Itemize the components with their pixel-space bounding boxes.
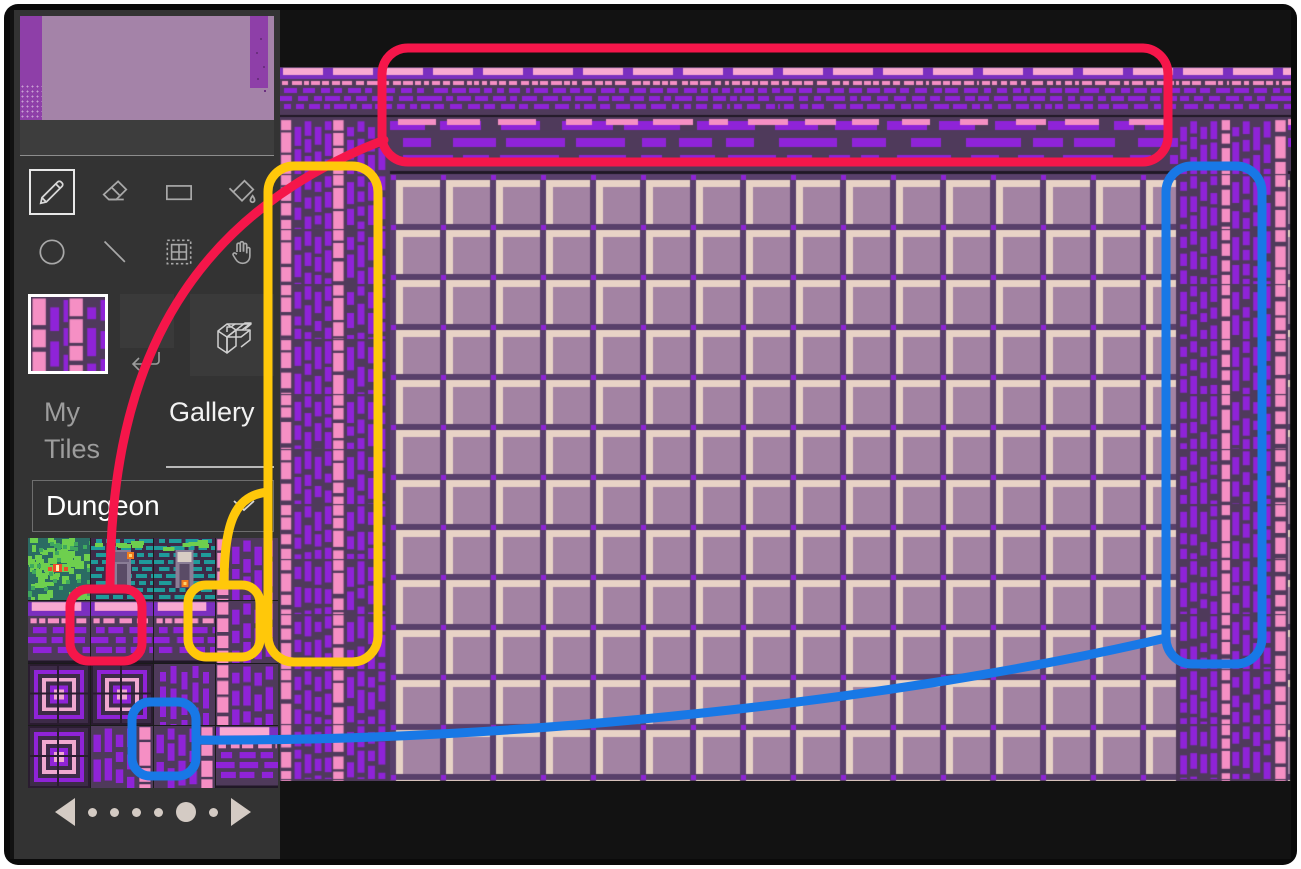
page-dot-5-active[interactable] (176, 802, 196, 822)
tab-gallery-label: Gallery (169, 397, 255, 427)
rectangle-icon (156, 169, 202, 215)
palette-tile-12[interactable] (28, 726, 90, 788)
page-dot-6[interactable] (209, 807, 218, 817)
palette-tile-7[interactable] (216, 600, 278, 663)
palette-tile-4[interactable] (28, 600, 90, 663)
tab-active-underline (166, 466, 274, 468)
palette-tile-2[interactable] (153, 538, 216, 600)
palette-tile-6[interactable] (153, 600, 216, 663)
preview-right-band (250, 16, 268, 88)
preview-left-texture (20, 84, 42, 120)
palette-tile-10[interactable] (153, 663, 216, 726)
eraser-icon (92, 169, 138, 215)
tile-select-row (28, 294, 274, 382)
circle-icon (29, 229, 75, 275)
empty-tile-slot[interactable] (120, 294, 174, 348)
tab-my-tiles[interactable]: My Tiles (44, 394, 154, 468)
paint-bucket-icon (219, 169, 265, 215)
tool-hand[interactable] (211, 222, 275, 282)
3d-block-icon (205, 307, 259, 364)
undo-arrow-icon (128, 347, 162, 378)
sidebar: My Tiles Gallery Dungeon (14, 10, 280, 859)
prev-page-arrow-icon[interactable] (55, 798, 75, 826)
chevron-down-icon (231, 497, 257, 520)
preview-left-band (20, 16, 42, 94)
next-page-arrow-icon[interactable] (231, 798, 251, 826)
tool-fill[interactable] (211, 162, 275, 222)
tile-palette-grid (28, 538, 278, 788)
application-window: My Tiles Gallery Dungeon (4, 4, 1297, 865)
page-dot-4[interactable] (154, 807, 163, 817)
palette-tile-1[interactable] (90, 538, 153, 600)
undo-button[interactable] (122, 342, 168, 382)
preview-speck (264, 90, 266, 92)
palette-tile-3[interactable] (216, 538, 278, 600)
preview-speck (260, 38, 262, 40)
pencil-icon (28, 169, 75, 215)
tileset-dropdown[interactable]: Dungeon (32, 480, 274, 532)
palette-tile-13[interactable] (90, 726, 153, 788)
tool-eraser[interactable] (84, 162, 148, 222)
page-dot-3[interactable] (132, 807, 141, 817)
preview-speck (263, 66, 265, 68)
app-root: My Tiles Gallery Dungeon (10, 10, 1291, 859)
grid-select-icon (156, 229, 202, 275)
hand-icon (219, 229, 265, 275)
tileset-dropdown-value: Dungeon (46, 490, 160, 521)
tab-my-tiles-label-line2: Tiles (44, 434, 101, 464)
canvas-area[interactable] (280, 10, 1291, 859)
tab-gallery[interactable]: Gallery (169, 394, 255, 431)
preview-speck (256, 52, 258, 54)
preview-speck (257, 78, 259, 80)
palette-tile-15[interactable] (216, 726, 278, 788)
tileset-source-tabs: My Tiles Gallery (14, 388, 280, 474)
selected-tile-thumbnail[interactable] (28, 294, 108, 374)
tool-select[interactable] (147, 222, 211, 282)
preview-readout-bar (20, 120, 274, 156)
3d-block-button[interactable] (190, 294, 274, 376)
tab-my-tiles-label-line1: My (44, 397, 80, 427)
palette-tile-8[interactable] (28, 663, 90, 726)
palette-pagination (28, 792, 278, 832)
tool-rectangle[interactable] (147, 162, 211, 222)
page-dot-1[interactable] (88, 807, 97, 817)
palette-tile-14[interactable] (153, 726, 216, 788)
tool-line[interactable] (84, 222, 148, 282)
palette-tile-0[interactable] (28, 538, 90, 600)
tool-pencil[interactable] (20, 162, 84, 222)
page-dot-2[interactable] (110, 807, 119, 817)
palette-tile-11[interactable] (216, 663, 278, 726)
palette-tile-9[interactable] (90, 663, 153, 726)
tool-circle[interactable] (20, 222, 84, 282)
tile-map-canvas[interactable] (280, 67, 1291, 781)
line-icon (92, 229, 138, 275)
tool-palette (20, 162, 274, 282)
palette-tile-5[interactable] (90, 600, 153, 663)
tile-preview-panel[interactable] (20, 16, 274, 120)
